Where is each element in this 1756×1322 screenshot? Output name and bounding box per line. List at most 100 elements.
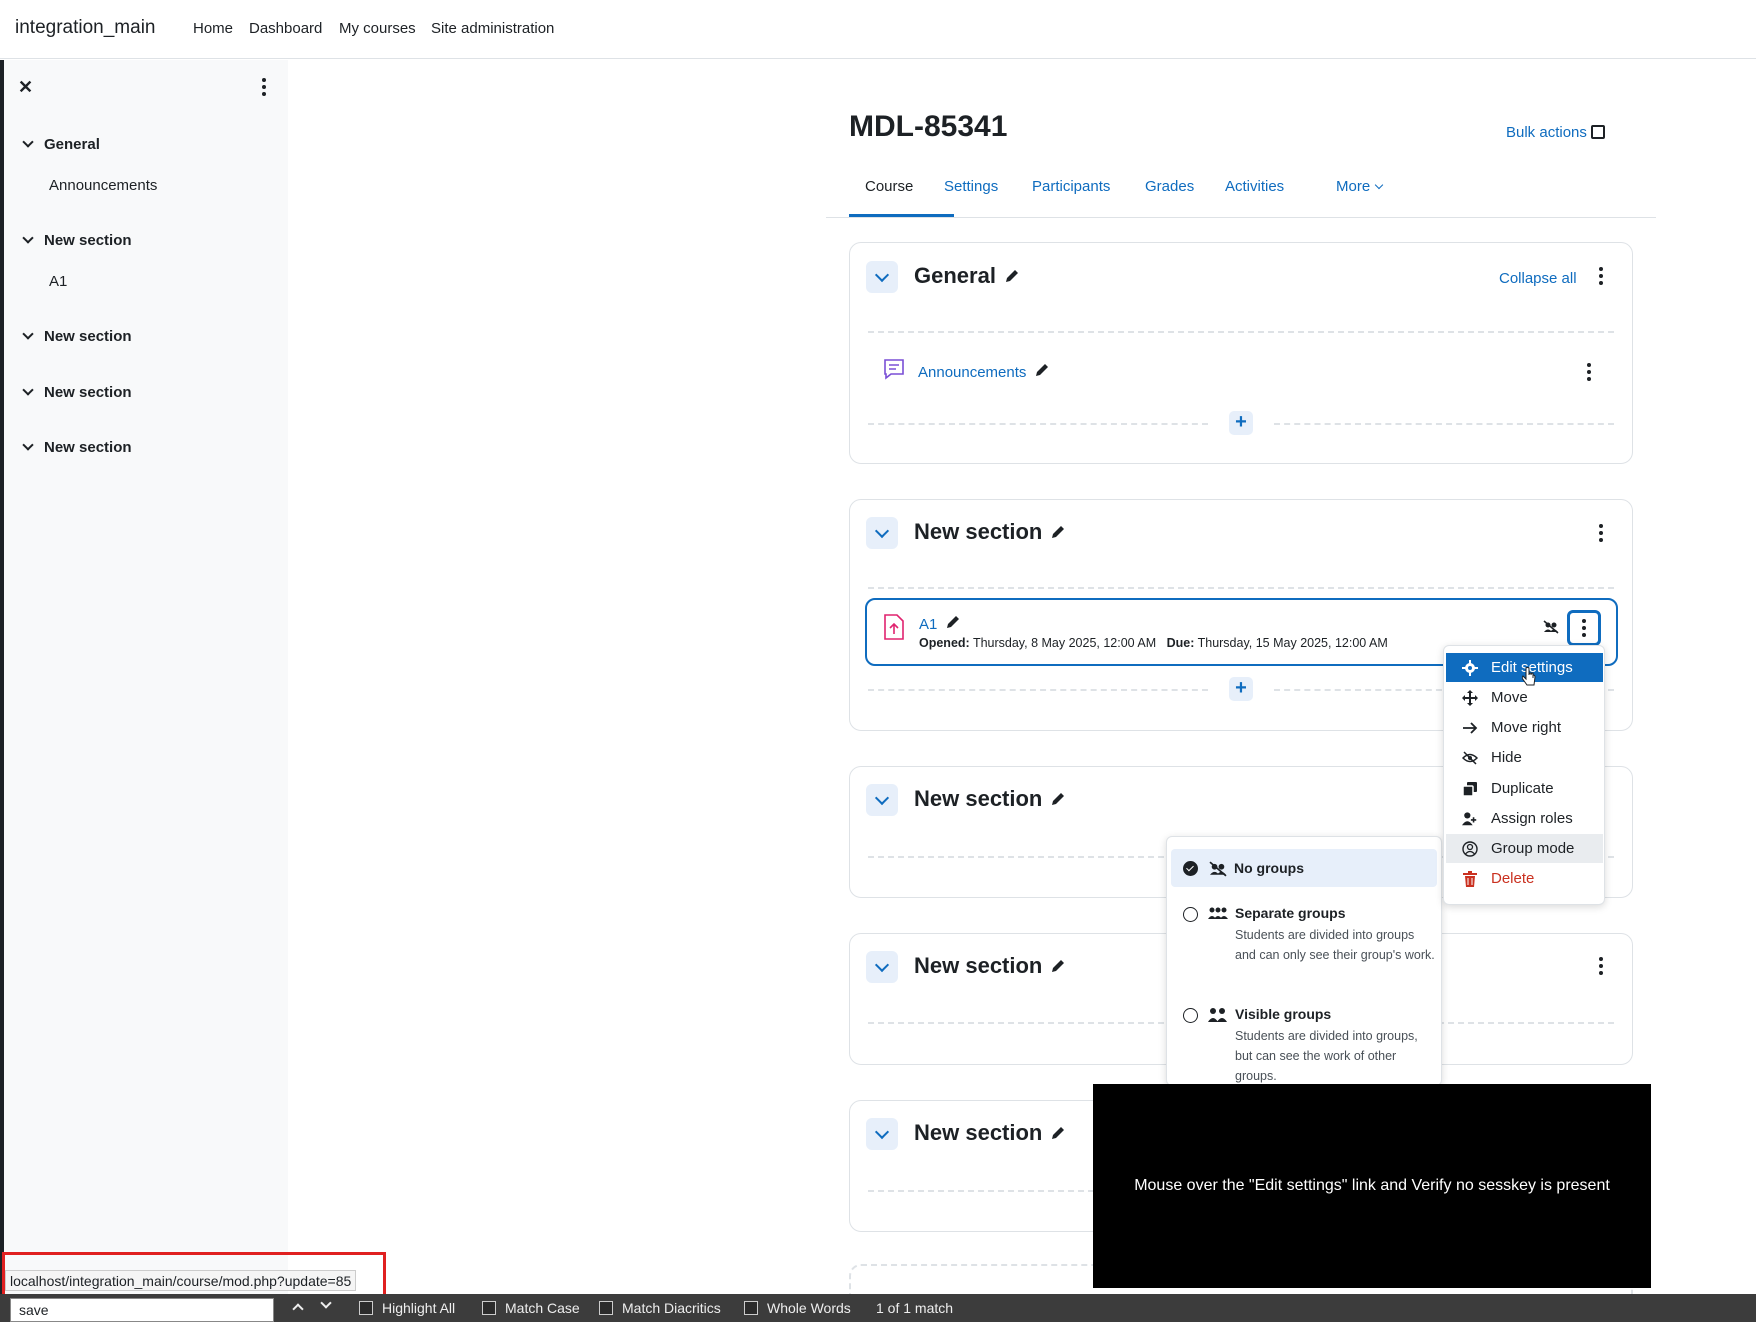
section-toggle-icon[interactable] [866,261,898,293]
activity-link[interactable]: A1 [919,616,937,633]
collapse-all-link[interactable]: Collapse all [1499,270,1577,287]
menu-item-delete[interactable]: Delete [1446,864,1603,893]
match-diacritics-checkbox[interactable] [599,1301,613,1315]
divider [868,423,1208,425]
tab-course[interactable]: Course [865,178,913,195]
menu-item-group-mode[interactable]: Group mode [1446,834,1603,863]
drawer-item-a1[interactable]: A1 [49,273,67,290]
chevron-down-icon [22,232,34,244]
forum-icon [884,359,904,380]
drawer-section-3[interactable]: New section [22,384,132,401]
divider [868,587,1614,589]
drawer-item-announcements[interactable]: Announcements [49,177,157,194]
site-name[interactable]: integration_main [15,17,155,39]
bulk-actions-link[interactable]: Bulk actions [1506,123,1605,141]
drawer-section-label: New section [44,439,132,456]
menu-item-assign-roles[interactable]: Assign roles [1446,804,1603,833]
activity-kebab-icon[interactable] [1584,363,1594,385]
section-toggle-icon[interactable] [866,517,898,549]
section-toggle-icon[interactable] [866,784,898,816]
match-case-checkbox[interactable] [482,1301,496,1315]
section-kebab-icon[interactable] [1596,957,1606,979]
activity-link[interactable]: Announcements [918,364,1026,381]
add-activity-button[interactable]: + [1229,411,1253,435]
tab-settings[interactable]: Settings [944,178,998,195]
radio-checked-icon [1183,861,1198,876]
active-tab-indicator [849,214,954,217]
close-drawer-icon[interactable]: ✕ [18,77,33,98]
group-mode-option-visible[interactable]: Visible groups Students are divided into… [1171,998,1437,1085]
nav-my-courses[interactable]: My courses [339,20,416,37]
section-title: New section [914,519,1066,545]
section-toggle-icon[interactable] [866,951,898,983]
separate-groups-icon [1208,907,1228,919]
menu-item-move-right[interactable]: Move right [1446,713,1603,742]
activity-kebab-button[interactable] [1567,610,1601,646]
group-mode-option-separate[interactable]: Separate groups Students are divided int… [1171,897,1437,987]
pencil-icon[interactable] [1050,958,1066,974]
pencil-icon[interactable] [945,614,961,630]
highlight-all-checkbox[interactable] [359,1301,373,1315]
pencil-icon[interactable] [1050,1125,1066,1141]
menu-item-duplicate[interactable]: Duplicate [1446,774,1603,803]
add-activity-button[interactable]: + [1229,677,1253,701]
chevron-down-icon [22,328,34,340]
find-result-count: 1 of 1 match [876,1300,954,1316]
nav-dashboard[interactable]: Dashboard [249,20,322,37]
drawer-section-label: New section [44,384,132,401]
find-next-icon[interactable] [320,1297,332,1309]
section-title-text: New section [914,519,1043,544]
tab-grades[interactable]: Grades [1145,178,1194,195]
find-previous-icon[interactable] [292,1303,304,1315]
section-kebab-icon[interactable] [1596,267,1606,289]
section-title-text: General [914,263,996,288]
highlight-all-label: Highlight All [382,1300,456,1316]
menu-item-label: Delete [1491,870,1535,887]
pencil-icon[interactable] [1050,791,1066,807]
group-mode-option-title: Separate groups [1235,905,1346,921]
menu-item-label: Duplicate [1491,780,1554,797]
section-title-text: New section [914,953,1043,978]
copy-icon [1462,782,1477,797]
nav-home[interactable]: Home [193,20,233,37]
group-mode-option-title: Visible groups [1235,1006,1332,1022]
drawer-section-general[interactable]: General [22,136,100,153]
menu-item-label: Move [1491,689,1528,706]
gear-icon [1462,660,1478,676]
find-bar: Highlight All Match Case Match Diacritic… [0,1294,1756,1322]
drawer-section-4[interactable]: New section [22,439,132,456]
drawer-section-2[interactable]: New section [22,328,132,345]
whole-words-checkbox[interactable] [744,1301,758,1315]
drawer-section-1[interactable]: New section [22,232,132,249]
no-groups-icon[interactable] [1543,620,1559,634]
menu-item-label: Move right [1491,719,1562,736]
pencil-icon[interactable] [1050,524,1066,540]
tab-more-label: More [1336,178,1371,195]
status-bar-url: localhost/integration_main/course/mod.ph… [5,1270,357,1291]
group-mode-option-title: No groups [1234,860,1304,876]
user-plus-icon [1462,812,1477,826]
course-index-drawer: ✕ General Announcements New section A1 N… [0,60,288,1322]
activity-announcements[interactable]: Announcements [918,361,1050,381]
section-title: New section [914,786,1066,812]
tab-more[interactable]: More [1336,178,1384,195]
find-input[interactable] [10,1298,274,1322]
drawer-kebab-icon[interactable] [258,78,270,98]
radio-icon [1183,907,1198,922]
due-value: Thursday, 15 May 2025, 12:00 AM [1197,636,1388,650]
menu-item-move[interactable]: Move [1446,683,1603,712]
pencil-icon[interactable] [1004,268,1020,284]
section-title: New section [914,953,1066,979]
whole-words-label: Whole Words [767,1300,851,1316]
tab-participants[interactable]: Participants [1032,178,1110,195]
chevron-down-icon [22,136,34,148]
group-mode-option-none[interactable]: No groups [1171,849,1437,887]
nav-site-administration[interactable]: Site administration [431,20,554,37]
section-toggle-icon[interactable] [866,1118,898,1150]
tab-activities[interactable]: Activities [1225,178,1284,195]
section-general: General Collapse all Announcements + [849,242,1633,464]
activity-a1[interactable]: A1 [919,613,961,633]
section-kebab-icon[interactable] [1596,524,1606,546]
pencil-icon[interactable] [1034,362,1050,378]
menu-item-hide[interactable]: Hide [1446,743,1603,772]
